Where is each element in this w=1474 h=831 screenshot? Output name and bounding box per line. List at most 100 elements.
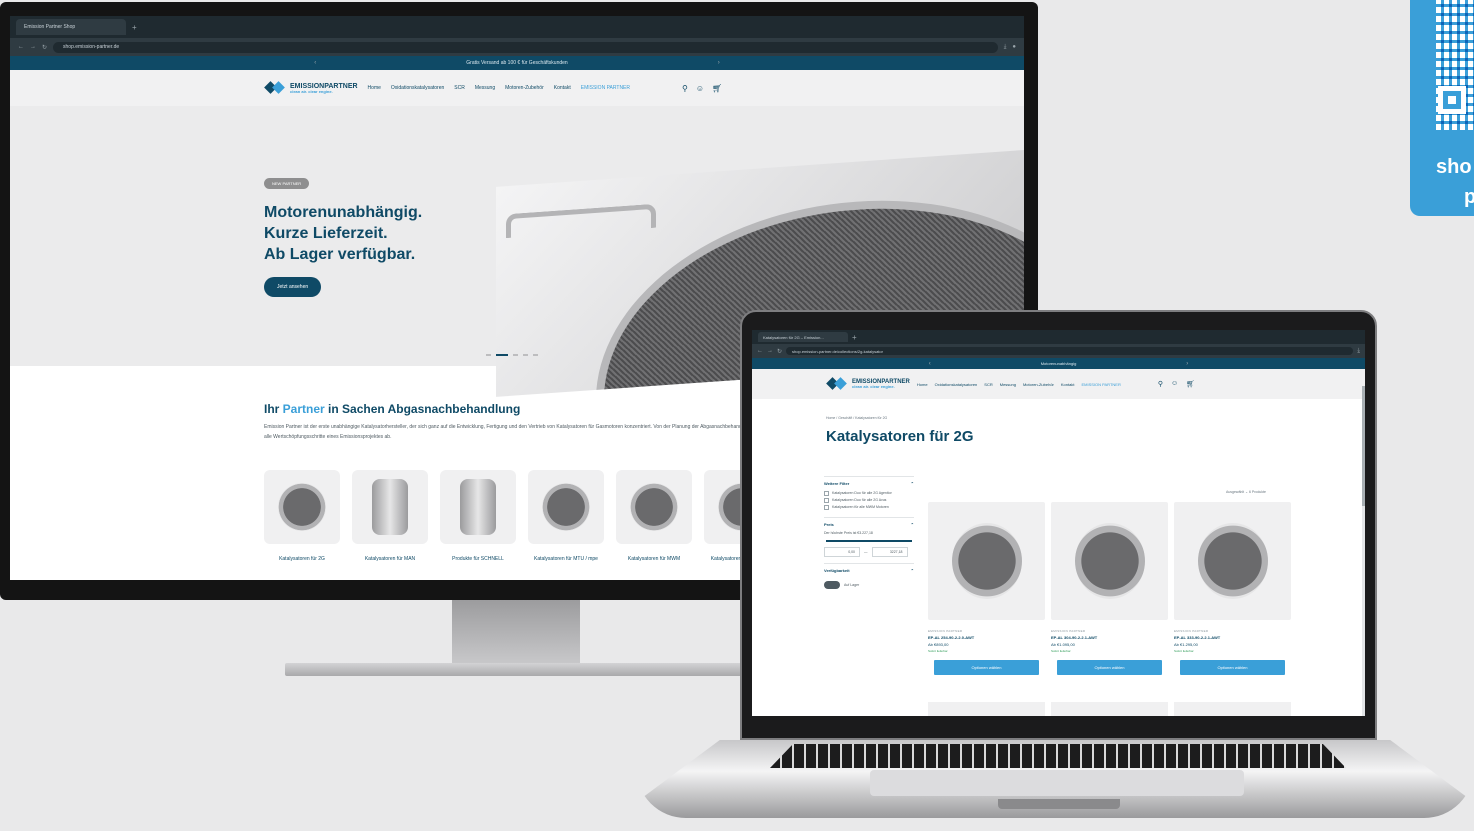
- search-icon[interactable]: ⚲: [682, 84, 688, 93]
- filter-option[interactable]: Katalysatoren für alle MWM Motoren: [824, 504, 914, 511]
- product-card[interactable]: [1174, 702, 1291, 716]
- nav-zubehoer[interactable]: Motoren-Zubehör: [1023, 382, 1054, 387]
- sort-select[interactable]: Ausgewählt ⌄ 6 Produkte: [1226, 490, 1266, 494]
- hero-title: Motorenunabhängig. Kurze Lieferzeit. Ab …: [264, 202, 422, 265]
- filter-more-header[interactable]: Weitere Filter ⌃: [824, 476, 914, 490]
- nav-home[interactable]: Home: [368, 85, 381, 91]
- product-card[interactable]: EMISSION PARTNER EP-AL 304-90-2-2.1-AWT …: [1051, 502, 1168, 675]
- search-icon[interactable]: ⚲: [1158, 380, 1163, 388]
- category-card[interactable]: Katalysatoren für 2G: [264, 470, 340, 563]
- nav-emission-partner[interactable]: EMISSION PARTNER: [1081, 382, 1120, 387]
- account-icon[interactable]: ☺: [1171, 380, 1178, 388]
- browser-tab-bar: Katalysatoren für 2G – Emission... +: [752, 330, 1365, 344]
- promo-text: Gratis Versand ab 100 € für Geschäftskun…: [466, 60, 568, 66]
- monitor-base: [285, 663, 755, 676]
- choose-options-button[interactable]: Optionen wählen: [1057, 660, 1162, 675]
- account-icon[interactable]: ☺: [696, 84, 704, 93]
- monitor-stand: [452, 600, 580, 664]
- promo-prev-icon[interactable]: ‹: [929, 361, 931, 367]
- scrollbar[interactable]: [1362, 386, 1365, 716]
- forward-icon[interactable]: →: [30, 44, 36, 50]
- choose-options-button[interactable]: Optionen wählen: [1180, 660, 1285, 675]
- logo[interactable]: EMISSIONPARTNER clean air. clear engine.: [264, 82, 358, 94]
- product-card[interactable]: EMISSION PARTNER EP-AL 254-90-2-2.0-AWT …: [928, 502, 1045, 675]
- nav-kontakt[interactable]: Kontakt: [1061, 382, 1075, 387]
- price-note: Der höchste Preis ist €3.227,18: [824, 531, 873, 535]
- new-tab-icon[interactable]: +: [852, 333, 857, 342]
- category-card[interactable]: Katalysatoren für MWM: [616, 470, 692, 563]
- nav-zubehoer[interactable]: Motoren-Zubehör: [505, 85, 544, 91]
- download-icon[interactable]: ⤓: [1004, 44, 1007, 51]
- qr-finder-icon: [1438, 86, 1466, 114]
- price-from-input[interactable]: 0,00: [824, 547, 860, 557]
- nav-scr[interactable]: SCR: [454, 85, 465, 91]
- logo[interactable]: EMISSIONPARTNER clean air. clear engine.: [826, 378, 910, 390]
- breadcrumb[interactable]: Home / Geschäft / Katalysatoren für 2G: [826, 416, 887, 420]
- reload-icon[interactable]: ↻: [777, 348, 782, 355]
- catalyst-handle: [506, 203, 656, 239]
- laptop-screen: Katalysatoren für 2G – Emission... + ← →…: [752, 330, 1365, 716]
- promo-text: Motorenunabhängig: [1040, 361, 1077, 366]
- price-slider[interactable]: [826, 540, 912, 542]
- hero-cta-button[interactable]: Jetzt ansehen: [264, 277, 322, 297]
- catalyst-disc-icon: [951, 523, 1022, 599]
- promo-prev-icon[interactable]: ‹: [314, 60, 316, 66]
- filter-availability-header[interactable]: Verfügbarkeit ⌃: [824, 563, 914, 577]
- download-icon[interactable]: ⤓: [1357, 348, 1360, 355]
- checkbox: [824, 491, 829, 496]
- page-title: Katalysatoren für 2G: [826, 428, 974, 445]
- laptop-lid: Katalysatoren für 2G – Emission... + ← →…: [740, 310, 1377, 740]
- filter-price-header[interactable]: Preis ⌃: [824, 517, 914, 531]
- address-bar[interactable]: shop.emission-partner.de/collections/2g-…: [786, 347, 1354, 355]
- category-card[interactable]: Katalysatoren für MTU / mpe: [528, 470, 604, 563]
- laptop-keyboard: [770, 744, 1346, 768]
- nav-oxidation[interactable]: Oxidationskatalysatoren: [935, 382, 978, 387]
- site-header: EMISSIONPARTNER clean air. clear engine. …: [10, 70, 1024, 106]
- choose-options-button[interactable]: Optionen wählen: [934, 660, 1039, 675]
- chevron-up-icon: ⌃: [910, 481, 914, 486]
- promo-next-icon[interactable]: ›: [718, 60, 720, 66]
- filter-option[interactable]: Katalysatoren Duo für alle 2G Avus: [824, 497, 914, 504]
- catalyst-disc-icon: [630, 483, 678, 531]
- nav-messung[interactable]: Messung: [1000, 382, 1016, 387]
- promo-next-icon[interactable]: ›: [1186, 361, 1188, 367]
- qr-caption: sho p: [1436, 156, 1474, 208]
- site-header: EMISSIONPARTNER clean air. clear engine. …: [752, 369, 1365, 399]
- nav-home[interactable]: Home: [917, 382, 928, 387]
- back-icon[interactable]: ←: [757, 348, 763, 354]
- hero-line-2: Kurze Lieferzeit.: [264, 225, 388, 242]
- category-card[interactable]: Katalysatoren für MAN: [352, 470, 428, 563]
- availability-toggle[interactable]: Auf Lager: [824, 581, 914, 589]
- catalyst-disc-icon: [1197, 523, 1268, 599]
- address-bar[interactable]: shop.emission-partner.de: [53, 41, 998, 53]
- forward-icon[interactable]: →: [767, 348, 773, 354]
- reload-icon[interactable]: ↻: [42, 44, 47, 51]
- browser-tab-bar: Emission Partner Shop +: [10, 16, 1024, 38]
- browser-toolbar: ← → ↻ shop.emission-partner.de ⤓ ●: [10, 38, 1024, 56]
- catalyst-disc-icon: [542, 483, 590, 531]
- nav-messung[interactable]: Messung: [475, 85, 495, 91]
- back-icon[interactable]: ←: [18, 44, 24, 50]
- product-card[interactable]: [928, 702, 1045, 716]
- cart-icon[interactable]: 🛒︎: [1186, 380, 1195, 388]
- filter-option[interactable]: Katalysatoren Duo für alle 2G Agenitor: [824, 490, 914, 497]
- browser-tab[interactable]: Emission Partner Shop: [16, 19, 126, 35]
- price-to-input[interactable]: 3227,18: [871, 547, 908, 557]
- slider-dots[interactable]: [486, 354, 538, 356]
- new-tab-icon[interactable]: +: [132, 23, 137, 32]
- browser-toolbar: ← → ↻ shop.emission-partner.de/collectio…: [752, 344, 1365, 358]
- browser-tab[interactable]: Katalysatoren für 2G – Emission...: [758, 332, 848, 342]
- profile-icon[interactable]: ●: [1012, 44, 1016, 50]
- chevron-up-icon: ⌃: [910, 522, 914, 527]
- product-card[interactable]: EMISSION PARTNER EP-AL 333-90-2-2.1-AWT …: [1174, 502, 1291, 675]
- chevron-up-icon: ⌃: [910, 568, 914, 573]
- category-list: Katalysatoren für 2G Katalysatoren für M…: [264, 470, 780, 563]
- category-card[interactable]: Produkte für SCHNELL: [440, 470, 516, 563]
- nav-oxidation[interactable]: Oxidationskatalysatoren: [391, 85, 444, 91]
- nav-scr[interactable]: SCR: [984, 382, 992, 387]
- cart-icon[interactable]: 🛒︎: [712, 84, 722, 93]
- hero-line-1: Motorenunabhängig.: [264, 204, 423, 221]
- nav-kontakt[interactable]: Kontakt: [554, 85, 571, 91]
- product-card[interactable]: [1051, 702, 1168, 716]
- nav-emission-partner[interactable]: EMISSION PARTNER: [581, 85, 630, 91]
